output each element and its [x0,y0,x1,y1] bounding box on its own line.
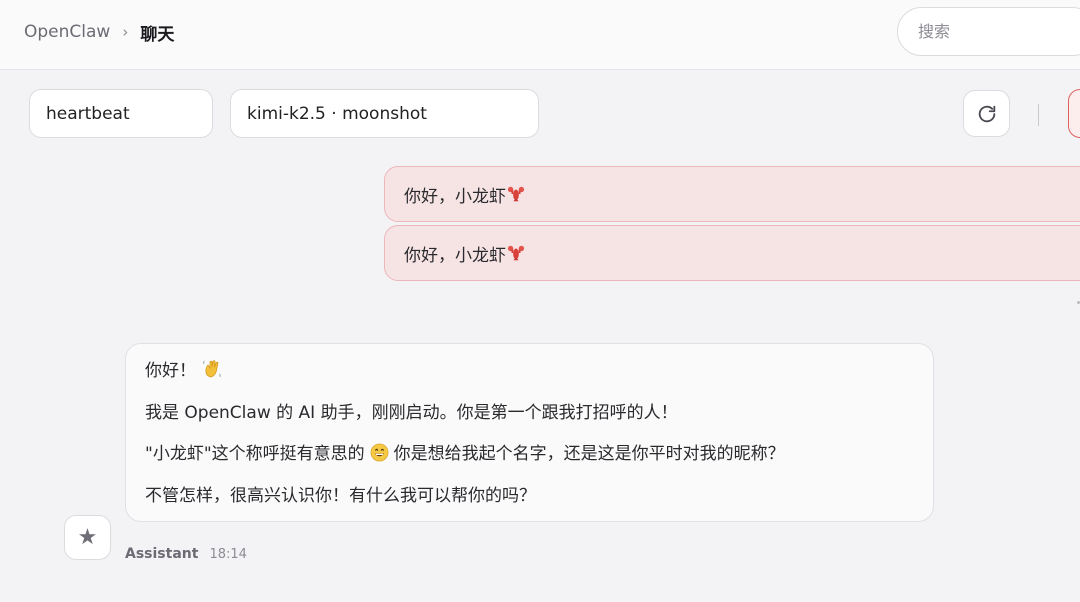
model-label: kimi-k2.5 · moonshot [247,103,427,124]
top-header: OpenClaw › 聊天 [0,0,1080,70]
refresh-icon [978,105,995,122]
assistant-line: 不管怎样，很高兴认识你！有什么我可以帮你的吗？ [145,485,536,506]
user-message: 你好，小龙虾 [384,225,1080,281]
star-icon: ★ [77,525,98,550]
refresh-button[interactable] [963,90,1010,137]
message-timestamp: 18:14 [209,546,247,562]
assistant-text: "小龙虾"这个称呼挺有意思的 [145,444,365,464]
user-message: 你好，小龙虾 [384,166,1080,222]
user-message-text: 你好，小龙虾 [404,245,506,266]
assistant-line: 你好！ [145,359,914,383]
search-input[interactable] [918,22,1068,41]
lobster-icon [507,245,525,261]
breadcrumb-root-link[interactable]: OpenClaw [24,22,110,42]
breadcrumb: OpenClaw › 聊天 [24,20,175,45]
waving-hand-icon [203,360,221,378]
session-label: heartbeat [46,103,130,124]
search-box[interactable] [897,7,1080,56]
stop-button[interactable] [1068,89,1080,138]
assistant-message: 你好！ 我是 OpenClaw 的 AI 助手，刚刚启动。你是第一个跟我打招呼的… [125,343,934,522]
assistant-line: 我是 OpenClaw 的 AI 助手，刚刚启动。你是第一个跟我打招呼的人！ [145,402,678,423]
message-meta: Assistant 18:14 [125,545,247,563]
assistant-avatar: ★ [64,515,111,560]
grinning-face-icon [370,443,389,462]
assistant-greeting: 你好！ [145,361,196,381]
session-selector[interactable]: heartbeat [29,89,213,138]
model-selector[interactable]: kimi-k2.5 · moonshot [230,89,539,138]
assistant-text: 你是想给我起个名字，还是这是你平时对我的昵称？ [393,444,785,464]
breadcrumb-current: 聊天 [140,24,175,45]
assistant-line: "小龙虾"这个称呼挺有意思的 你是想给我起个名字，还是这是你平时对我的昵称？ [145,442,914,466]
user-message-text: 你好，小龙虾 [404,186,506,207]
message-author: Assistant [125,546,199,562]
toolbar-divider [1038,104,1039,126]
breadcrumb-separator: › [122,23,129,41]
lobster-icon [507,186,525,202]
